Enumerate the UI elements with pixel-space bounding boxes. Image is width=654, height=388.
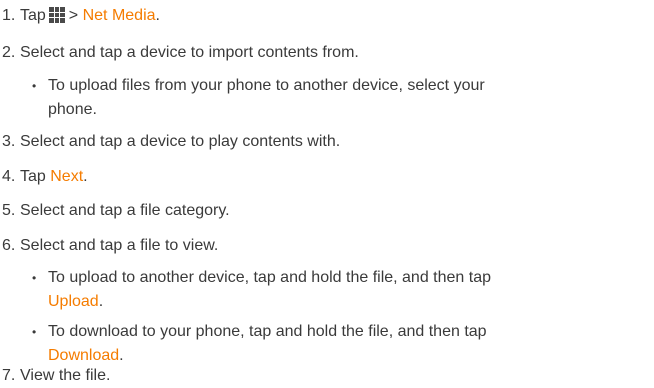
punctuation: . bbox=[98, 293, 104, 310]
step-text: Select and tap a device to import conten… bbox=[20, 44, 359, 61]
step-verb: Tap bbox=[20, 7, 46, 24]
bullet-text-line-1: To upload files from your phone to anoth… bbox=[48, 77, 485, 94]
step-number: 3. bbox=[2, 133, 16, 150]
step-number: 2. bbox=[2, 44, 16, 61]
step-number: 4. bbox=[2, 168, 16, 185]
upload-label: Upload bbox=[48, 293, 99, 310]
punctuation: . bbox=[119, 347, 124, 364]
step-number: 6. bbox=[2, 237, 16, 254]
step-text: Select and tap a file category. bbox=[20, 202, 230, 219]
step-number: 1. bbox=[2, 7, 16, 24]
step-text: View the file. bbox=[20, 367, 111, 384]
bullet-text-line-2: phone. bbox=[48, 101, 97, 118]
bullet-dot: • bbox=[32, 325, 37, 339]
bullet-text-line-2: Upload. bbox=[48, 292, 103, 312]
step-verb: Tap bbox=[20, 168, 46, 185]
bullet-text-line-2: Download. bbox=[48, 346, 124, 366]
step-number: 5. bbox=[2, 202, 16, 219]
step-text: Tap > Net Media. bbox=[20, 6, 160, 26]
step-text: Select and tap a file to view. bbox=[20, 237, 219, 254]
instruction-list: 1. Tap > Net Media. 2. Select and tap a d… bbox=[0, 0, 654, 388]
punctuation: . bbox=[155, 7, 160, 24]
separator: > bbox=[68, 7, 79, 24]
step-text: Select and tap a device to play contents… bbox=[20, 133, 341, 150]
bullet-dot: • bbox=[32, 79, 37, 93]
bullet-text-line-1: To upload to another device, tap and hol… bbox=[48, 269, 491, 286]
download-label: Download bbox=[48, 347, 120, 364]
punctuation: . bbox=[83, 168, 88, 185]
step-number: 7. bbox=[2, 367, 16, 384]
step-text: Tap Next. bbox=[20, 167, 88, 187]
net-media-label: Net Media bbox=[82, 7, 156, 24]
bullet-dot: • bbox=[32, 271, 37, 285]
next-label: Next bbox=[50, 168, 84, 185]
apps-grid-icon bbox=[48, 7, 65, 23]
bullet-text-line-1: To download to your phone, tap and hold … bbox=[48, 323, 487, 340]
